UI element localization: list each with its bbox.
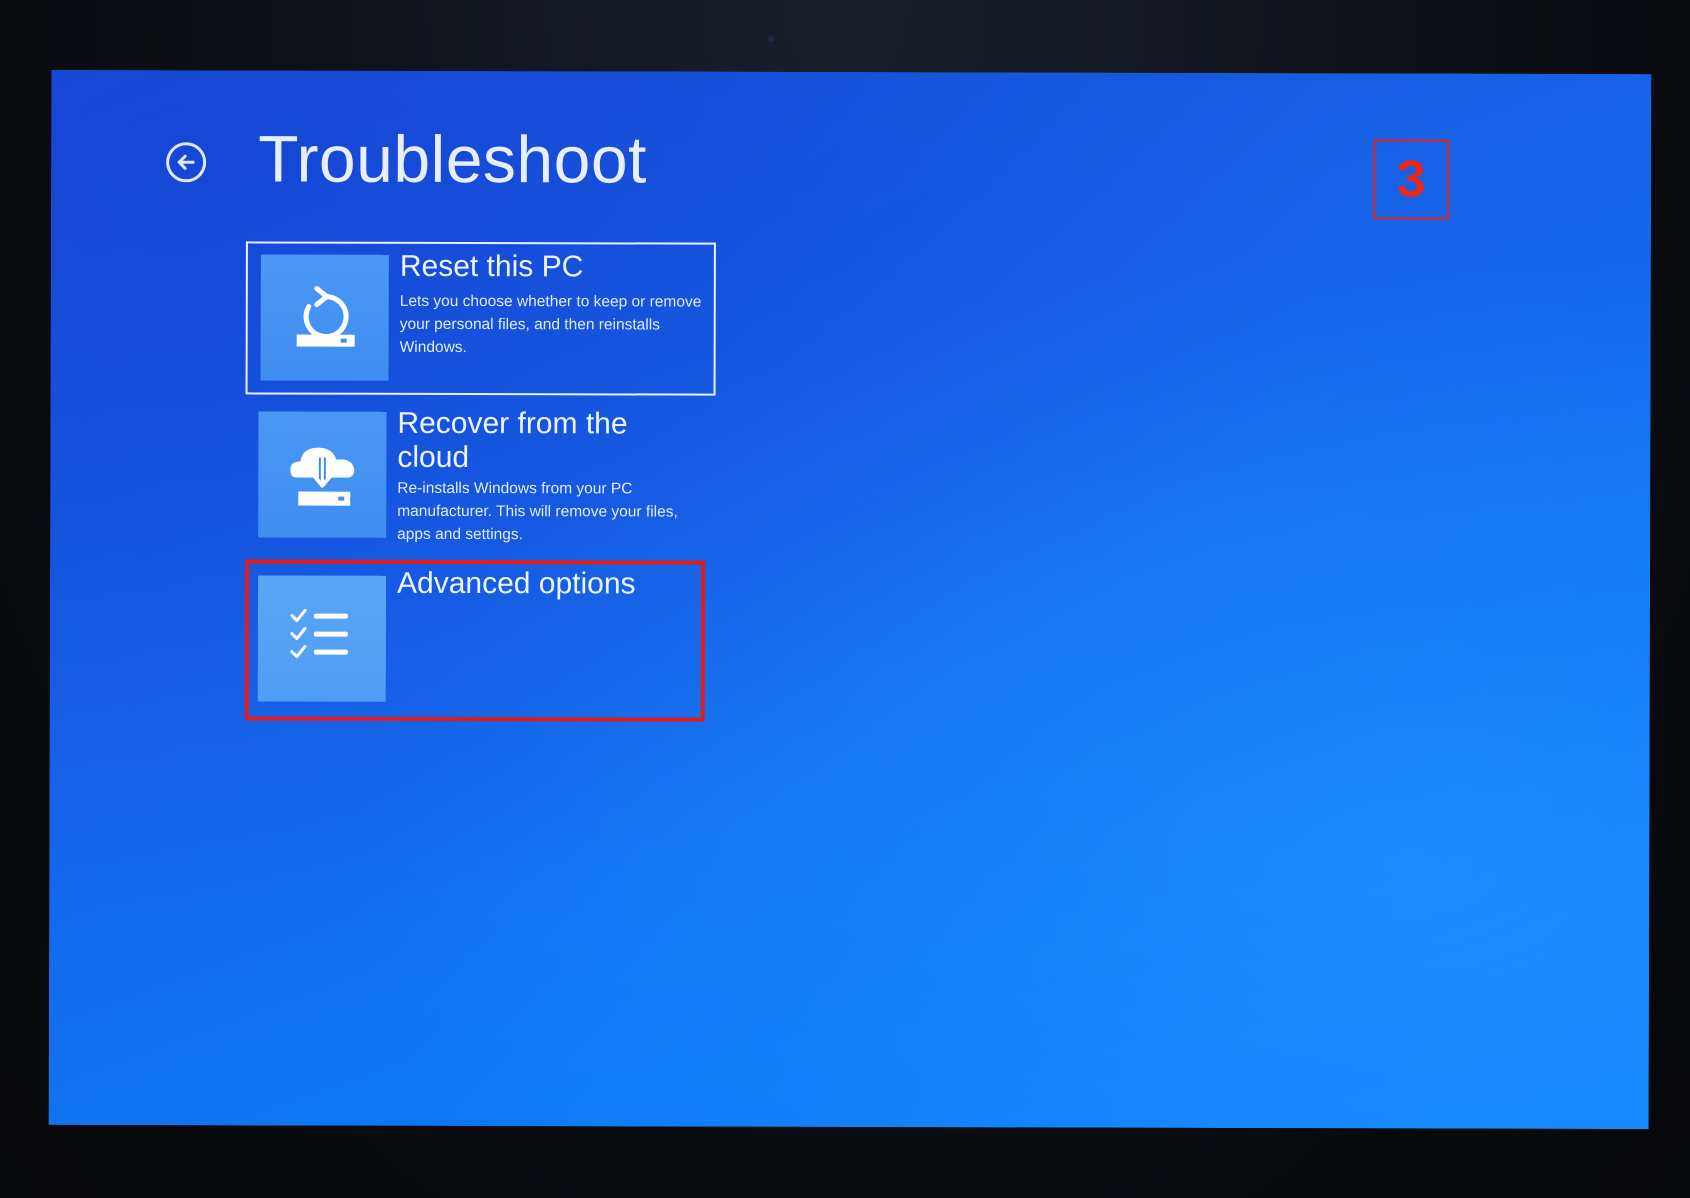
- reset-this-pc-option[interactable]: Reset this PC Lets you choose whether to…: [246, 241, 716, 395]
- recover-cloud-title: Recover from the cloud: [397, 406, 628, 475]
- back-arrow-icon: [175, 151, 197, 173]
- step-number-badge: 3: [1373, 139, 1449, 219]
- back-button[interactable]: [166, 142, 206, 182]
- advanced-options-option[interactable]: Advanced options: [245, 560, 715, 721]
- recover-from-cloud-option[interactable]: Recover from the cloud Re-installs Windo…: [245, 400, 715, 551]
- page-title: Troubleshoot: [258, 121, 648, 197]
- reset-pc-title: Reset this PC: [399, 249, 584, 284]
- checklist-icon: [258, 575, 386, 701]
- cloud-tile: [258, 411, 386, 537]
- reset-pc-tile: [261, 254, 389, 380]
- advanced-options-tile: [258, 575, 386, 701]
- recovery-screen: Troubleshoot 3 Reset this PC Lets you ch…: [49, 70, 1652, 1129]
- advanced-options-title: Advanced options: [396, 566, 636, 601]
- cloud-download-icon: [258, 411, 386, 537]
- recover-cloud-description: Re-installs Windows from your PC manufac…: [397, 479, 678, 544]
- reset-pc-icon: [261, 254, 389, 380]
- reset-pc-description: Lets you choose whether to keep or remov…: [399, 292, 702, 356]
- webcam: [768, 36, 774, 42]
